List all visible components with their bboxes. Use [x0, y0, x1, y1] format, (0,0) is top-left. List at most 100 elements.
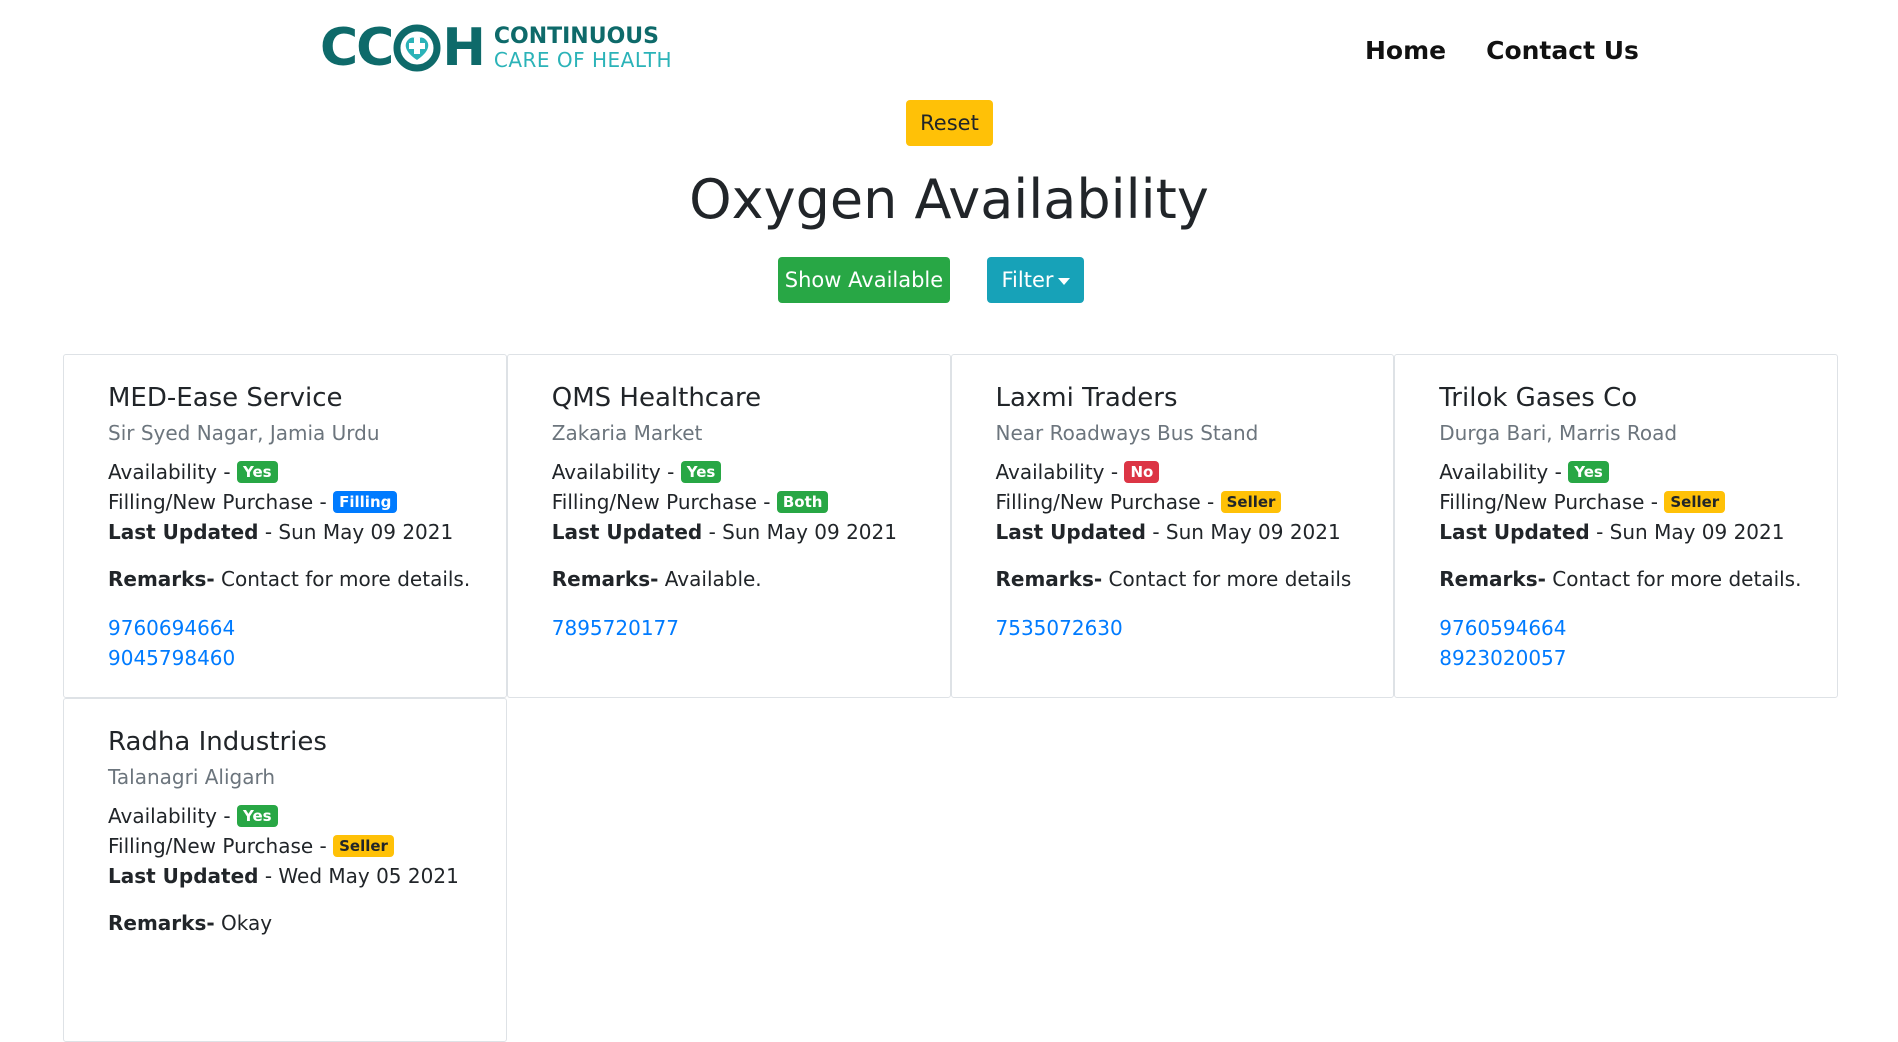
supplier-address: Sir Syed Nagar, Jamia Urdu	[108, 421, 380, 445]
availability-row: Availability - Yes	[108, 801, 476, 831]
remarks-row: Remarks- Contact for more details.	[108, 567, 476, 591]
last-updated-value: - Sun May 09 2021	[1589, 520, 1785, 544]
supplier-address: Zakaria Market	[551, 421, 703, 445]
phone-list: 7895720177	[552, 613, 920, 643]
availability-badge: Yes	[236, 461, 278, 483]
remarks-label: Remarks-	[1439, 567, 1546, 591]
logo-text: CONTINUOUS CARE OF HEALTH	[493, 24, 673, 72]
last-updated-value: - Sun May 09 2021	[1145, 520, 1341, 544]
supplier-name: QMS Healthcare	[551, 383, 762, 413]
supplier-name: Trilok Gases Co	[1439, 383, 1638, 413]
phone-list: 9760694664 9045798460	[108, 613, 476, 673]
logo-heart-cross-icon	[393, 24, 441, 72]
last-updated-label: Last Updated	[995, 520, 1146, 544]
phone-link[interactable]: 8923020057	[1439, 643, 1807, 673]
last-updated-row: Last Updated - Sun May 09 2021	[552, 517, 920, 547]
phone-link[interactable]: 9045798460	[108, 643, 476, 673]
remarks-row: Remarks- Available.	[552, 567, 920, 591]
filling-label: Filling/New Purchase -	[995, 490, 1215, 514]
filling-badge: Seller	[333, 835, 394, 857]
filling-label: Filling/New Purchase -	[108, 490, 327, 514]
last-updated-value: - Sun May 09 2021	[702, 520, 897, 544]
availability-badge: No	[1124, 461, 1160, 483]
remarks-label: Remarks-	[995, 567, 1103, 591]
availability-badge: Yes	[1568, 461, 1609, 483]
availability-row: Availability - No	[996, 457, 1364, 487]
availability-badge: Yes	[236, 805, 278, 827]
last-updated-row: Last Updated - Wed May 05 2021	[108, 861, 476, 891]
nav-home-link[interactable]: Home	[1365, 36, 1446, 65]
remarks-row: Remarks- Okay	[108, 911, 476, 935]
phone-link[interactable]: 9760694664	[108, 613, 476, 643]
filling-badge: Seller	[1220, 491, 1282, 513]
last-updated-value: - Wed May 05 2021	[258, 864, 459, 888]
remarks-label: Remarks-	[108, 567, 215, 591]
availability-row: Availability - Yes	[108, 457, 476, 487]
last-updated-label: Last Updated	[108, 864, 259, 888]
supplier-name: Radha Industries	[108, 727, 327, 757]
remarks-row: Remarks- Contact for more details	[996, 567, 1364, 591]
filter-label: Filter	[1001, 268, 1054, 292]
last-updated-value: - Sun May 09 2021	[258, 520, 454, 544]
last-updated-label: Last Updated	[551, 520, 703, 544]
availability-row: Availability - Yes	[1439, 457, 1807, 487]
show-available-button[interactable]: Show Available	[778, 257, 950, 303]
remarks-value: Contact for more details	[1102, 567, 1352, 591]
filling-badge: Seller	[1664, 491, 1726, 513]
remarks-value: Okay	[214, 911, 273, 935]
filling-label: Filling/New Purchase -	[1439, 490, 1659, 514]
remarks-label: Remarks-	[551, 567, 659, 591]
last-updated-row: Last Updated - Sun May 09 2021	[996, 517, 1364, 547]
supplier-address: Talanagri Aligarh	[108, 765, 276, 789]
availability-label: Availability -	[108, 804, 231, 828]
supplier-name: Laxmi Traders	[995, 383, 1178, 413]
filter-dropdown-button[interactable]: Filter	[987, 257, 1084, 303]
last-updated-row: Last Updated - Sun May 09 2021	[1439, 517, 1807, 547]
availability-row: Availability - Yes	[552, 457, 920, 487]
supplier-card: Laxmi Traders Near Roadways Bus Stand Av…	[950, 354, 1395, 698]
main-nav: Home Contact Us	[1365, 36, 1639, 65]
filling-label: Filling/New Purchase -	[551, 490, 771, 514]
availability-label: Availability -	[995, 460, 1119, 484]
supplier-address: Durga Bari, Marris Road	[1439, 421, 1678, 445]
remarks-value: Contact for more details.	[1545, 567, 1802, 591]
phone-list: 7535072630	[996, 613, 1364, 643]
filling-badge: Both	[776, 491, 829, 513]
remarks-label: Remarks-	[108, 911, 215, 935]
last-updated-label: Last Updated	[1439, 520, 1590, 544]
logo-line1: CONTINUOUS	[493, 24, 659, 49]
phone-link[interactable]: 7895720177	[552, 613, 920, 643]
phone-link[interactable]: 7535072630	[996, 613, 1364, 643]
availability-badge: Yes	[680, 461, 722, 483]
caret-down-icon	[1057, 277, 1070, 285]
page-title: Oxygen Availability	[689, 168, 1209, 231]
remarks-value: Available.	[658, 567, 762, 591]
filling-badge: Filling	[333, 491, 398, 513]
supplier-address: Near Roadways Bus Stand	[995, 421, 1259, 445]
filling-row: Filling/New Purchase - Filling	[108, 487, 476, 517]
phone-link[interactable]: 9760594664	[1439, 613, 1807, 643]
remarks-row: Remarks- Contact for more details.	[1439, 567, 1807, 591]
filling-row: Filling/New Purchase - Both	[552, 487, 920, 517]
nav-contact-link[interactable]: Contact Us	[1486, 36, 1639, 65]
filling-label: Filling/New Purchase -	[108, 834, 327, 858]
logo-letters-left: CC	[320, 18, 394, 78]
logo-letter-right: H	[442, 18, 486, 78]
supplier-card-grid: MED-Ease Service Sir Syed Nagar, Jamia U…	[63, 354, 1838, 1042]
supplier-card: QMS Healthcare Zakaria Market Availabili…	[506, 354, 951, 698]
supplier-name: MED-Ease Service	[108, 383, 343, 413]
last-updated-label: Last Updated	[108, 520, 259, 544]
availability-label: Availability -	[108, 460, 231, 484]
logo-line2: CARE OF HEALTH	[493, 48, 673, 72]
reset-button[interactable]: Reset	[906, 100, 993, 146]
phone-list: 9760594664 8923020057	[1439, 613, 1807, 673]
remarks-value: Contact for more details.	[214, 567, 471, 591]
supplier-card: MED-Ease Service Sir Syed Nagar, Jamia U…	[63, 354, 507, 698]
supplier-card: Radha Industries Talanagri Aligarh Avail…	[63, 698, 507, 1042]
logo-letters: CC H	[320, 18, 486, 78]
site-logo[interactable]: CC H CONTINUOUS CARE OF HEALTH	[320, 22, 672, 74]
filling-row: Filling/New Purchase - Seller	[1439, 487, 1807, 517]
availability-label: Availability -	[1439, 460, 1562, 484]
filling-row: Filling/New Purchase - Seller	[996, 487, 1364, 517]
filling-row: Filling/New Purchase - Seller	[108, 831, 476, 861]
